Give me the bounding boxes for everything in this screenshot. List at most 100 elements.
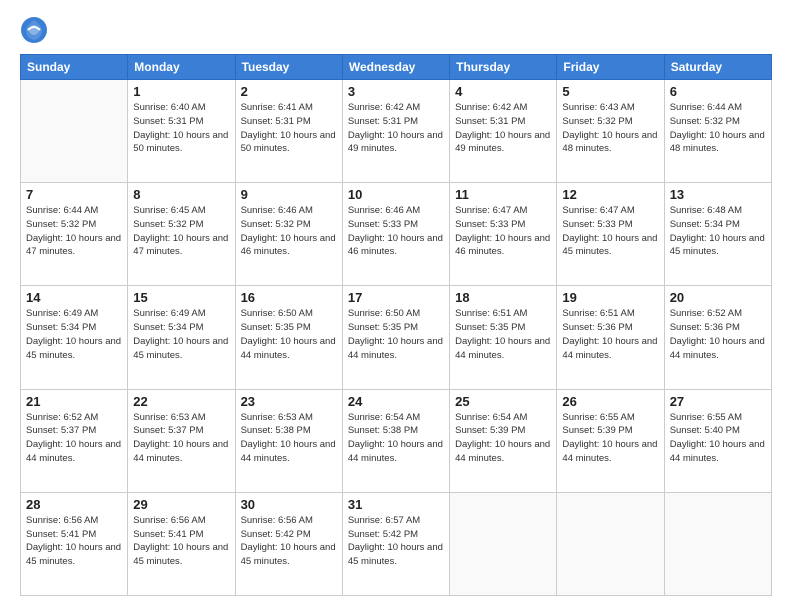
calendar-cell: 16 Sunrise: 6:50 AMSunset: 5:35 PMDayligh… (235, 286, 342, 389)
day-info: Sunrise: 6:56 AMSunset: 5:42 PMDaylight:… (241, 514, 337, 569)
day-info: Sunrise: 6:40 AMSunset: 5:31 PMDaylight:… (133, 101, 229, 156)
calendar-cell (557, 492, 664, 595)
day-info: Sunrise: 6:43 AMSunset: 5:32 PMDaylight:… (562, 101, 658, 156)
calendar-cell: 21Sunrise: 6:52 AMSunset: 5:37 PMDayligh… (21, 389, 128, 492)
calendar-cell: 20 Sunrise: 6:52 AMSunset: 5:36 PMDayligh… (664, 286, 771, 389)
day-info: Sunrise: 6:50 AMSunset: 5:35 PMDaylight:… (348, 307, 444, 362)
calendar-cell: 6 Sunrise: 6:44 AMSunset: 5:32 PMDaylight… (664, 80, 771, 183)
calendar-cell: 17 Sunrise: 6:50 AMSunset: 5:35 PMDayligh… (342, 286, 449, 389)
calendar-cell: 1 Sunrise: 6:40 AMSunset: 5:31 PMDaylight… (128, 80, 235, 183)
day-info: Sunrise: 6:49 AMSunset: 5:34 PMDaylight:… (26, 307, 122, 362)
day-number: 20 (670, 290, 766, 305)
calendar-cell (664, 492, 771, 595)
day-info: Sunrise: 6:57 AMSunset: 5:42 PMDaylight:… (348, 514, 444, 569)
day-info: Sunrise: 6:56 AMSunset: 5:41 PMDaylight:… (26, 514, 122, 569)
calendar-cell: 24 Sunrise: 6:54 AMSunset: 5:38 PMDayligh… (342, 389, 449, 492)
calendar-cell: 28 Sunrise: 6:56 AMSunset: 5:41 PMDayligh… (21, 492, 128, 595)
day-number: 11 (455, 187, 551, 202)
calendar-cell: 27 Sunrise: 6:55 AMSunset: 5:40 PMDayligh… (664, 389, 771, 492)
calendar-cell: 19 Sunrise: 6:51 AMSunset: 5:36 PMDayligh… (557, 286, 664, 389)
weekday-header-friday: Friday (557, 55, 664, 80)
day-info: Sunrise: 6:44 AMSunset: 5:32 PMDaylight:… (26, 204, 122, 259)
day-info: Sunrise: 6:49 AMSunset: 5:34 PMDaylight:… (133, 307, 229, 362)
header (20, 16, 772, 44)
calendar-cell: 25 Sunrise: 6:54 AMSunset: 5:39 PMDayligh… (450, 389, 557, 492)
week-row-1: 1 Sunrise: 6:40 AMSunset: 5:31 PMDaylight… (21, 80, 772, 183)
day-number: 5 (562, 84, 658, 99)
week-row-2: 7 Sunrise: 6:44 AMSunset: 5:32 PMDaylight… (21, 183, 772, 286)
day-number: 7 (26, 187, 122, 202)
day-number: 27 (670, 394, 766, 409)
day-info: Sunrise: 6:53 AMSunset: 5:38 PMDaylight:… (241, 411, 337, 466)
day-number: 31 (348, 497, 444, 512)
calendar-cell: 15Sunrise: 6:49 AMSunset: 5:34 PMDayligh… (128, 286, 235, 389)
day-number: 16 (241, 290, 337, 305)
day-info: Sunrise: 6:46 AMSunset: 5:32 PMDaylight:… (241, 204, 337, 259)
day-number: 12 (562, 187, 658, 202)
day-number: 6 (670, 84, 766, 99)
day-info: Sunrise: 6:51 AMSunset: 5:36 PMDaylight:… (562, 307, 658, 362)
day-info: Sunrise: 6:42 AMSunset: 5:31 PMDaylight:… (348, 101, 444, 156)
day-info: Sunrise: 6:50 AMSunset: 5:35 PMDaylight:… (241, 307, 337, 362)
day-info: Sunrise: 6:56 AMSunset: 5:41 PMDaylight:… (133, 514, 229, 569)
logo-icon (20, 16, 48, 44)
day-number: 23 (241, 394, 337, 409)
calendar-cell: 3Sunrise: 6:42 AMSunset: 5:31 PMDaylight… (342, 80, 449, 183)
calendar-page: SundayMondayTuesdayWednesdayThursdayFrid… (0, 0, 792, 612)
calendar-cell: 10Sunrise: 6:46 AMSunset: 5:33 PMDayligh… (342, 183, 449, 286)
calendar-cell: 22Sunrise: 6:53 AMSunset: 5:37 PMDayligh… (128, 389, 235, 492)
day-number: 8 (133, 187, 229, 202)
day-info: Sunrise: 6:51 AMSunset: 5:35 PMDaylight:… (455, 307, 551, 362)
calendar-cell: 18 Sunrise: 6:51 AMSunset: 5:35 PMDayligh… (450, 286, 557, 389)
day-info: Sunrise: 6:53 AMSunset: 5:37 PMDaylight:… (133, 411, 229, 466)
day-number: 18 (455, 290, 551, 305)
day-number: 29 (133, 497, 229, 512)
day-number: 4 (455, 84, 551, 99)
week-row-4: 21Sunrise: 6:52 AMSunset: 5:37 PMDayligh… (21, 389, 772, 492)
day-info: Sunrise: 6:46 AMSunset: 5:33 PMDaylight:… (348, 204, 444, 259)
day-number: 13 (670, 187, 766, 202)
day-info: Sunrise: 6:47 AMSunset: 5:33 PMDaylight:… (562, 204, 658, 259)
day-info: Sunrise: 6:55 AMSunset: 5:40 PMDaylight:… (670, 411, 766, 466)
weekday-header-saturday: Saturday (664, 55, 771, 80)
day-number: 30 (241, 497, 337, 512)
calendar-cell: 13 Sunrise: 6:48 AMSunset: 5:34 PMDayligh… (664, 183, 771, 286)
day-number: 17 (348, 290, 444, 305)
day-number: 28 (26, 497, 122, 512)
weekday-header-row: SundayMondayTuesdayWednesdayThursdayFrid… (21, 55, 772, 80)
day-info: Sunrise: 6:47 AMSunset: 5:33 PMDaylight:… (455, 204, 551, 259)
calendar-cell: 30 Sunrise: 6:56 AMSunset: 5:42 PMDayligh… (235, 492, 342, 595)
calendar-cell: 7 Sunrise: 6:44 AMSunset: 5:32 PMDaylight… (21, 183, 128, 286)
day-number: 21 (26, 394, 122, 409)
weekday-header-sunday: Sunday (21, 55, 128, 80)
logo (20, 16, 52, 44)
day-info: Sunrise: 6:52 AMSunset: 5:36 PMDaylight:… (670, 307, 766, 362)
day-info: Sunrise: 6:45 AMSunset: 5:32 PMDaylight:… (133, 204, 229, 259)
day-number: 9 (241, 187, 337, 202)
day-info: Sunrise: 6:44 AMSunset: 5:32 PMDaylight:… (670, 101, 766, 156)
calendar-cell: 23 Sunrise: 6:53 AMSunset: 5:38 PMDayligh… (235, 389, 342, 492)
day-number: 24 (348, 394, 444, 409)
weekday-header-monday: Monday (128, 55, 235, 80)
calendar-cell: 9 Sunrise: 6:46 AMSunset: 5:32 PMDaylight… (235, 183, 342, 286)
calendar-cell: 5 Sunrise: 6:43 AMSunset: 5:32 PMDaylight… (557, 80, 664, 183)
day-info: Sunrise: 6:42 AMSunset: 5:31 PMDaylight:… (455, 101, 551, 156)
weekday-header-thursday: Thursday (450, 55, 557, 80)
calendar-cell: 12 Sunrise: 6:47 AMSunset: 5:33 PMDayligh… (557, 183, 664, 286)
calendar-cell: 14 Sunrise: 6:49 AMSunset: 5:34 PMDayligh… (21, 286, 128, 389)
calendar-cell: 8 Sunrise: 6:45 AMSunset: 5:32 PMDaylight… (128, 183, 235, 286)
calendar-cell: 26Sunrise: 6:55 AMSunset: 5:39 PMDayligh… (557, 389, 664, 492)
day-info: Sunrise: 6:54 AMSunset: 5:39 PMDaylight:… (455, 411, 551, 466)
day-info: Sunrise: 6:41 AMSunset: 5:31 PMDaylight:… (241, 101, 337, 156)
day-info: Sunrise: 6:54 AMSunset: 5:38 PMDaylight:… (348, 411, 444, 466)
day-number: 19 (562, 290, 658, 305)
day-number: 25 (455, 394, 551, 409)
day-info: Sunrise: 6:48 AMSunset: 5:34 PMDaylight:… (670, 204, 766, 259)
calendar-cell (21, 80, 128, 183)
calendar-cell (450, 492, 557, 595)
calendar-cell: 2Sunrise: 6:41 AMSunset: 5:31 PMDaylight… (235, 80, 342, 183)
calendar-cell: 11 Sunrise: 6:47 AMSunset: 5:33 PMDayligh… (450, 183, 557, 286)
day-number: 14 (26, 290, 122, 305)
day-number: 1 (133, 84, 229, 99)
calendar-table: SundayMondayTuesdayWednesdayThursdayFrid… (20, 54, 772, 596)
